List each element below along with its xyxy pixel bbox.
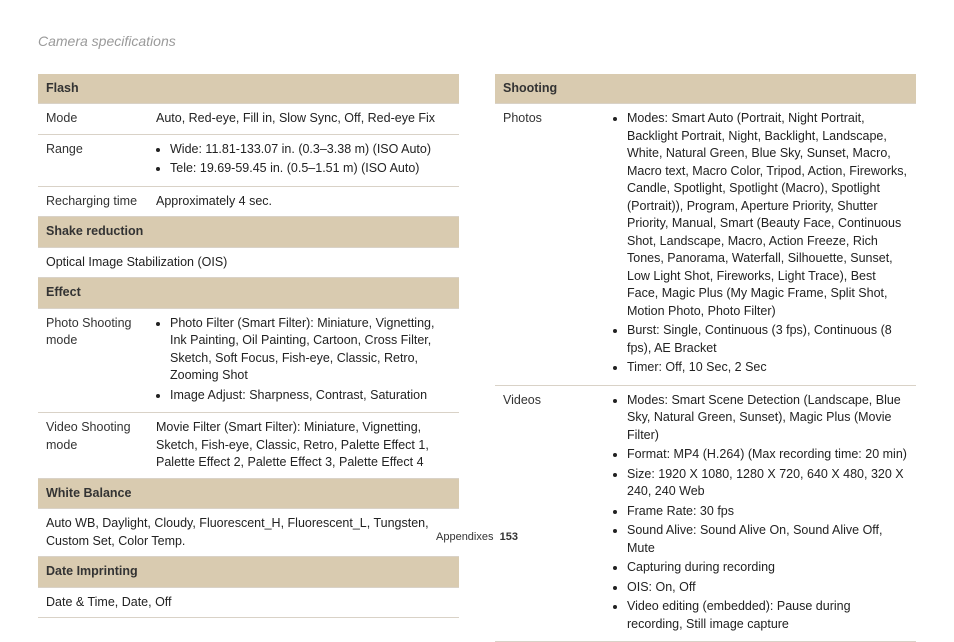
page-footer: Appendixes 153 xyxy=(0,530,954,545)
flash-mode-value: Auto, Red-eye, Fill in, Slow Sync, Off, … xyxy=(148,104,459,135)
flash-recharging-value: Approximately 4 sec. xyxy=(148,186,459,217)
photos-modes: Modes: Smart Auto (Portrait, Night Portr… xyxy=(627,110,908,320)
photos-label: Photos xyxy=(495,104,605,386)
videos-ois: OIS: On, Off xyxy=(627,579,908,597)
videos-format: Format: MP4 (H.264) (Max recording time:… xyxy=(627,446,908,464)
videos-label: Videos xyxy=(495,385,605,642)
date-header: Date Imprinting xyxy=(38,557,459,588)
footer-section: Appendixes xyxy=(436,531,494,543)
effect-photo-value: Photo Filter (Smart Filter): Miniature, … xyxy=(148,308,459,413)
flash-range-value: Wide: 11.81-133.07 in. (0.3–3.38 m) (ISO… xyxy=(148,134,459,186)
shooting-header: Shooting xyxy=(495,74,916,104)
shake-header: Shake reduction xyxy=(38,217,459,248)
videos-capturing: Capturing during recording xyxy=(627,559,908,577)
date-value: Date & Time, Date, Off xyxy=(38,587,459,618)
effect-video-label: Video Shooting mode xyxy=(38,413,148,479)
effect-photo-label: Photo Shooting mode xyxy=(38,308,148,413)
effect-photo-filter: Photo Filter (Smart Filter): Miniature, … xyxy=(170,315,451,385)
videos-modes: Modes: Smart Scene Detection (Landscape,… xyxy=(627,392,908,445)
photos-timer: Timer: Off, 10 Sec, 2 Sec xyxy=(627,359,908,377)
flash-header: Flash xyxy=(38,74,459,104)
footer-page-number: 153 xyxy=(500,531,518,543)
photos-value: Modes: Smart Auto (Portrait, Night Portr… xyxy=(605,104,916,386)
effect-image-adjust: Image Adjust: Sharpness, Contrast, Satur… xyxy=(170,387,451,405)
photos-burst: Burst: Single, Continuous (3 fps), Conti… xyxy=(627,322,908,357)
videos-editing: Video editing (embedded): Pause during r… xyxy=(627,598,908,633)
videos-size: Size: 1920 X 1080, 1280 X 720, 640 X 480… xyxy=(627,466,908,501)
effect-header: Effect xyxy=(38,278,459,309)
flash-recharging-label: Recharging time xyxy=(38,186,148,217)
videos-framerate: Frame Rate: 30 fps xyxy=(627,503,908,521)
effect-video-value: Movie Filter (Smart Filter): Miniature, … xyxy=(148,413,459,479)
wb-header: White Balance xyxy=(38,478,459,509)
videos-value: Modes: Smart Scene Detection (Landscape,… xyxy=(605,385,916,642)
flash-range-tele: Tele: 19.69-59.45 in. (0.5–1.51 m) (ISO … xyxy=(170,160,451,178)
shake-value: Optical Image Stabilization (OIS) xyxy=(38,247,459,278)
flash-range-wide: Wide: 11.81-133.07 in. (0.3–3.38 m) (ISO… xyxy=(170,141,451,159)
flash-range-label: Range xyxy=(38,134,148,186)
page-title: Camera specifications xyxy=(38,32,916,52)
flash-mode-label: Mode xyxy=(38,104,148,135)
